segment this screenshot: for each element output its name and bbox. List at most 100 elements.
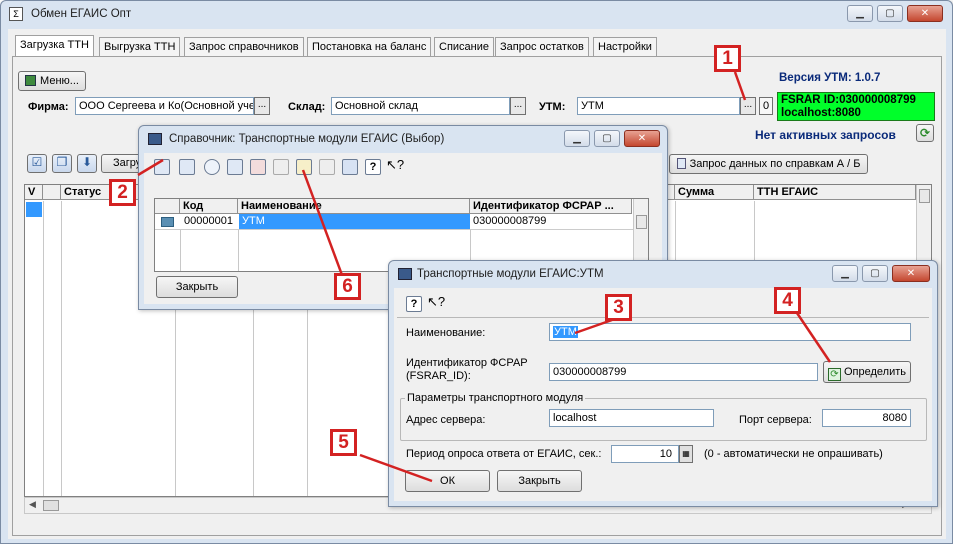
directory-maximize-button[interactable]: ▢	[594, 130, 620, 147]
directory-close-label: Закрыть	[175, 281, 219, 293]
help-icon[interactable]: ?	[365, 159, 381, 175]
main-titlebar[interactable]: Σ Обмен ЕГАИС Опт ▁ ▢ ✕	[1, 1, 952, 27]
form-context-help-icon[interactable]: ↖?	[427, 294, 445, 310]
dir-col-line	[180, 230, 181, 271]
check-all-icon[interactable]: ☑	[27, 154, 47, 173]
period-field[interactable]: 10	[611, 445, 679, 463]
form-help-icon[interactable]: ?	[406, 296, 422, 312]
firm-label: Фирма:	[28, 101, 69, 113]
folder-icon	[161, 217, 174, 227]
minimize-button[interactable]: ▁	[847, 5, 873, 22]
utm-version: Версия УТМ: 1.0.7	[779, 72, 881, 84]
grid-selected-cell[interactable]	[26, 202, 42, 217]
form-window: Транспортные модули ЕГАИС:УТМ ▁ ▢ ✕ ? ↖?…	[388, 260, 938, 507]
maximize-button[interactable]: ▢	[877, 5, 903, 22]
directory-window-title: Справочник: Транспортные модули ЕГАИС (В…	[169, 133, 445, 145]
utm-field[interactable]: УТМ	[577, 97, 740, 115]
menu-button-label: Меню...	[40, 75, 79, 87]
close-button[interactable]: ✕	[907, 5, 943, 22]
dir-header-fsrar[interactable]: Идентификатор ФСРАР ...	[470, 199, 632, 214]
select-icon[interactable]	[296, 159, 312, 175]
period-hint: (0 - автоматически не опрашивать)	[704, 448, 883, 460]
callout-3: 3	[605, 294, 632, 321]
ok-button[interactable]: ОК	[405, 470, 490, 492]
grid-header-check[interactable]: V	[25, 185, 43, 200]
edit-icon[interactable]	[179, 159, 195, 175]
tab-request-stock[interactable]: Запрос остатков	[495, 37, 589, 56]
dir-header-code[interactable]: Код	[180, 199, 238, 214]
server-field[interactable]: localhost	[549, 409, 714, 427]
add-row-icon[interactable]	[227, 159, 243, 175]
group-title: Параметры транспортного модуля	[405, 392, 586, 404]
form-window-title: Транспортные модули ЕГАИС:УТМ	[417, 268, 604, 280]
request-certificates-button[interactable]: Запрос данных по справкам А / Б	[669, 154, 868, 174]
dir-header-name[interactable]: Наименование	[238, 199, 470, 214]
find-icon[interactable]	[204, 159, 220, 175]
copy-disabled-icon[interactable]	[273, 159, 289, 175]
grid-header-flag[interactable]	[43, 185, 61, 200]
form-close-text-button[interactable]: Закрыть	[497, 470, 582, 492]
fsrar-field[interactable]: 030000008799	[549, 363, 818, 381]
warehouse-label: Склад:	[288, 101, 326, 113]
menu-button[interactable]: Меню...	[18, 71, 86, 91]
row-fsrar: 030000008799	[473, 215, 547, 227]
directory-close-text-button[interactable]: Закрыть	[156, 276, 238, 298]
form-minimize-button[interactable]: ▁	[832, 265, 858, 282]
main-window-title: Обмен ЕГАИС Опт	[31, 8, 132, 20]
grid-header-sum[interactable]: Сумма	[675, 185, 754, 200]
firm-field[interactable]: ООО Сергеева и Ко(Основной уче	[75, 97, 254, 115]
context-help-icon[interactable]: ↖?	[386, 157, 404, 173]
tab-settings[interactable]: Настройки	[593, 37, 657, 56]
name-value: УТМ	[553, 326, 578, 338]
copy-icon[interactable]: ❐	[52, 154, 72, 173]
form-titlebar[interactable]: Транспортные модули ЕГАИС:УТМ ▁ ▢ ✕	[389, 261, 937, 287]
no-requests-text: Нет активных запросов	[755, 128, 896, 142]
tab-write-off[interactable]: Списание	[434, 37, 494, 56]
grid-col-line	[61, 201, 62, 496]
tab-load-ttn[interactable]: Загрузка ТТН	[15, 35, 94, 56]
save-icon[interactable]	[342, 159, 358, 175]
grid-col-line	[43, 201, 44, 496]
directory-window-icon	[148, 133, 162, 145]
form-window-icon	[398, 268, 412, 280]
form-close-button[interactable]: ✕	[892, 265, 930, 282]
name-field[interactable]: УТМ	[549, 323, 911, 341]
utm-select-button[interactable]: ...	[740, 97, 756, 115]
utm-count: 0	[759, 97, 773, 115]
form-maximize-button[interactable]: ▢	[862, 265, 888, 282]
grid-header-ttn-egais[interactable]: ТТН ЕГАИС	[754, 185, 916, 200]
delete-icon[interactable]	[250, 159, 266, 175]
row-name: УТМ	[239, 214, 470, 229]
dir-header-flag	[155, 199, 180, 214]
firm-select-button[interactable]: ...	[254, 97, 270, 115]
directory-minimize-button[interactable]: ▁	[564, 130, 590, 147]
warehouse-field[interactable]: Основной склад	[331, 97, 510, 115]
directory-titlebar[interactable]: Справочник: Транспортные модули ЕГАИС (В…	[139, 126, 667, 152]
callout-6: 6	[334, 273, 361, 300]
hierarchy-icon[interactable]	[319, 159, 335, 175]
fsrar-id-line: FSRAR ID:030000008799	[781, 94, 916, 106]
callout-5: 5	[330, 429, 357, 456]
calculator-icon[interactable]: ▦	[679, 445, 693, 463]
refresh-requests-button[interactable]: ⟳	[916, 124, 934, 142]
detect-button[interactable]: ⟳ Определить	[823, 361, 911, 383]
directory-close-button[interactable]: ✕	[624, 130, 660, 147]
download-arrow-icon[interactable]: ⬇	[77, 154, 97, 173]
ok-button-label: ОК	[440, 475, 455, 487]
callout-2: 2	[109, 179, 136, 206]
table-row[interactable]: 00000001 УТМ 030000008799	[155, 214, 633, 230]
refresh-icon: ⟳	[919, 126, 931, 140]
tab-unload-ttn[interactable]: Выгрузка ТТН	[99, 37, 181, 56]
warehouse-select-button[interactable]: ...	[510, 97, 526, 115]
tab-request-directories[interactable]: Запрос справочников	[184, 37, 304, 56]
period-label: Период опроса ответа от ЕГАИС, сек.:	[406, 448, 602, 460]
menu-icon	[25, 75, 37, 86]
certificates-icon	[676, 158, 686, 169]
add-icon[interactable]	[154, 159, 170, 175]
port-field[interactable]: 8080	[822, 409, 911, 427]
row-code: 00000001	[184, 215, 233, 227]
dir-col-line	[238, 230, 239, 271]
app-icon: Σ	[9, 7, 23, 21]
fsrar-label-1: Идентификатор ФСРАР	[406, 357, 528, 369]
tab-balance[interactable]: Постановка на баланс	[307, 37, 432, 56]
